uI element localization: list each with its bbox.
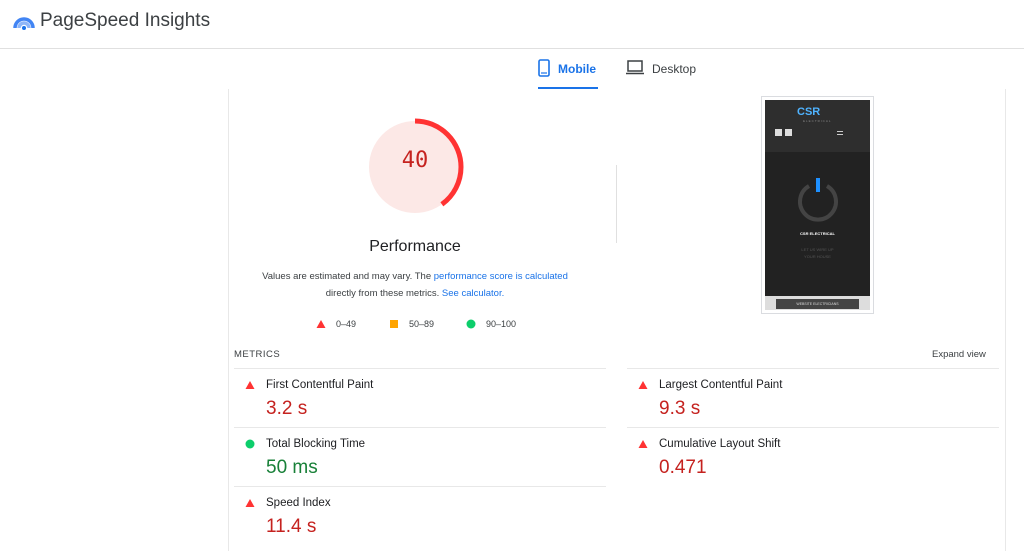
performance-score-value: 40	[401, 148, 429, 173]
metric-label: Cumulative Layout Shift	[659, 438, 781, 450]
red-triangle-icon	[245, 381, 255, 389]
page-screenshot-thumbnail[interactable]: CSR ELECTRICAL CSR ELECTRICAL LET US WIR…	[761, 96, 874, 314]
performance-title: Performance	[369, 238, 461, 255]
metric-label: First Contentful Paint	[266, 379, 374, 391]
metric-label: Total Blocking Time	[266, 438, 366, 450]
metric-value: 0.471	[659, 457, 707, 478]
metric-total-blocking-time: Total Blocking Time 50 ms	[234, 427, 606, 485]
tab-mobile[interactable]: Mobile	[538, 59, 598, 89]
red-triangle-icon	[245, 499, 255, 507]
metrics-section-label: METRICS	[234, 349, 281, 360]
pagespeed-logo-icon[interactable]	[13, 12, 35, 32]
performance-description: Values are estimated and may vary. The p…	[262, 271, 568, 299]
legend-pass: 90–100	[466, 317, 516, 331]
tab-desktop[interactable]: Desktop	[626, 59, 706, 89]
legend-fail: 0–49	[316, 317, 356, 331]
vertical-divider	[616, 165, 617, 243]
app-title: PageSpeed Insights	[40, 10, 211, 31]
green-circle-icon	[466, 319, 476, 329]
smartphone-icon	[538, 59, 550, 77]
thumbnail-logo: CSR	[797, 106, 821, 118]
orange-square-icon	[390, 320, 398, 328]
red-triangle-icon	[316, 320, 326, 328]
see-calculator-link[interactable]: See calculator.	[442, 288, 504, 299]
power-icon	[798, 178, 838, 222]
red-triangle-icon	[638, 381, 648, 389]
instagram-icon	[785, 129, 792, 136]
metric-value: 3.2 s	[266, 398, 308, 419]
metric-first-contentful-paint: First Contentful Paint 3.2 s	[234, 368, 606, 426]
green-circle-icon	[245, 439, 255, 449]
thumbnail-tagline: LET US WIRE UP YOUR HOUSE	[801, 247, 834, 259]
score-calculation-link[interactable]: performance score is calculated	[434, 271, 568, 282]
metric-value: 9.3 s	[659, 398, 701, 419]
metric-value: 11.4 s	[266, 516, 317, 537]
tab-mobile-label: Mobile	[558, 62, 596, 76]
metric-speed-index: Speed Index 11.4 s	[234, 486, 606, 544]
app-header: PageSpeed Insights	[0, 0, 1024, 49]
laptop-icon	[626, 60, 644, 75]
metric-value: 50 ms	[266, 457, 318, 478]
metric-label: Speed Index	[266, 497, 331, 509]
device-tabs: Mobile Desktop	[0, 49, 1024, 89]
metric-largest-contentful-paint: Largest Contentful Paint 9.3 s	[627, 368, 999, 426]
expand-view-link[interactable]: Expand view	[932, 349, 986, 360]
tab-desktop-label: Desktop	[652, 62, 697, 76]
facebook-icon	[775, 129, 782, 136]
hamburger-menu-icon	[837, 131, 843, 135]
legend-average: 50–89	[389, 317, 434, 331]
thumbnail-headline: CSR ELECTRICAL	[800, 231, 835, 236]
thumbnail-header: CSR ELECTRICAL	[765, 100, 870, 152]
thumbnail-content: CSR ELECTRICAL CSR ELECTRICAL LET US WIR…	[765, 100, 870, 310]
thumbnail-cta-button: WEBSITE ELECTRICIANS	[776, 299, 859, 309]
red-triangle-icon	[638, 440, 648, 448]
thumbnail-logo-sub: ELECTRICAL	[803, 119, 832, 123]
metric-label: Largest Contentful Paint	[659, 379, 783, 391]
metric-cumulative-layout-shift: Cumulative Layout Shift 0.471	[627, 427, 999, 485]
